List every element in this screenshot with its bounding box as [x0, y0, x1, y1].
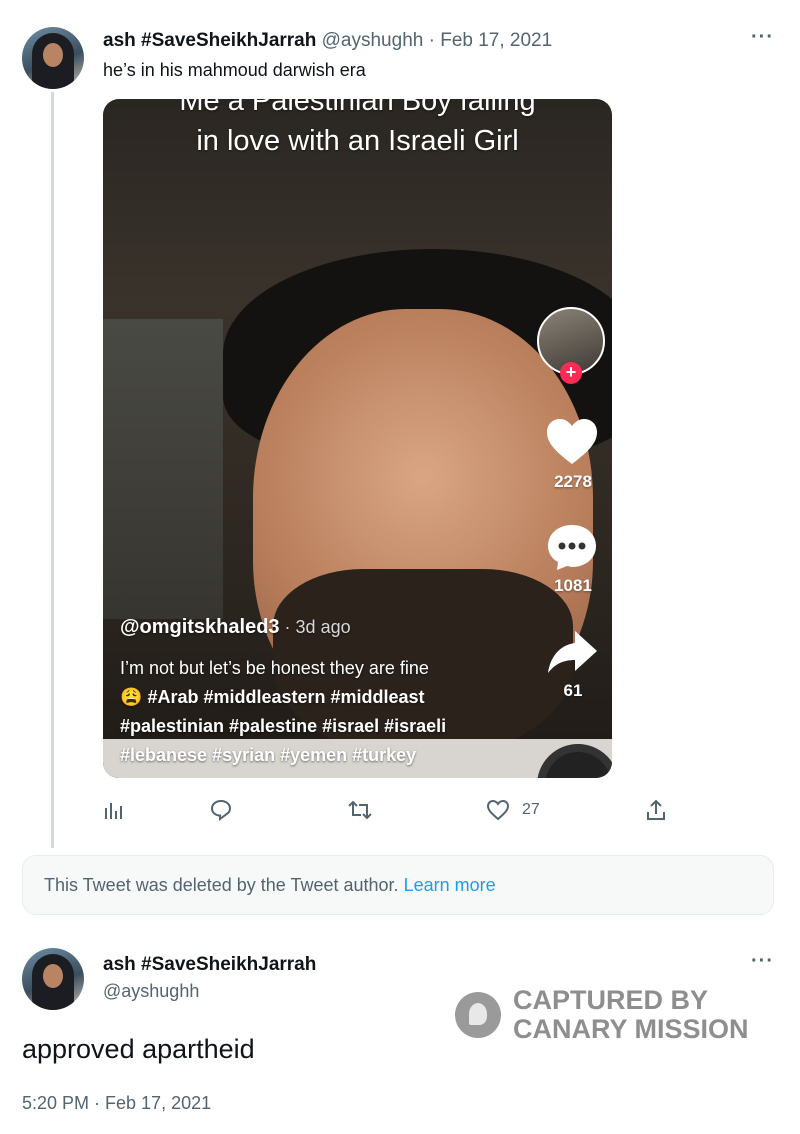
display-name[interactable]: ash #SaveSheikhJarrah — [103, 30, 316, 51]
background-wall — [103, 319, 223, 619]
creator-handle-line: @omgitskhaled3 · 3d ago — [120, 616, 351, 639]
handle[interactable]: @ayshughh — [103, 981, 199, 1002]
caption-hashtags: #lebanese #syrian #yemen #turkey — [120, 745, 417, 765]
display-name[interactable]: ash #SaveSheikhJarrah — [103, 954, 316, 976]
avatar[interactable] — [22, 27, 84, 89]
share-icon — [647, 799, 665, 820]
tweet-text: he’s in his mahmoud darwish era — [103, 60, 366, 80]
avatar[interactable] — [22, 948, 84, 1010]
watermark-line: CAPTURED BY — [513, 985, 709, 1015]
tiktok-comment-icon[interactable] — [545, 522, 599, 572]
learn-more-link[interactable]: Learn more — [404, 875, 496, 895]
retweet-button[interactable] — [347, 798, 373, 822]
more-icon[interactable]: ··· — [751, 950, 774, 973]
like-icon — [486, 799, 510, 821]
deleted-tweet-notice: This Tweet was deleted by the Tweet auth… — [22, 855, 774, 915]
more-icon[interactable]: ··· — [751, 26, 774, 49]
tiktok-share-icon[interactable] — [545, 627, 599, 677]
tiktok-video-media[interactable]: Me a Palestinian Boy falling in love wit… — [103, 99, 612, 778]
posted-age: · 3d ago — [279, 617, 351, 637]
caption-emoji: 😩 — [120, 687, 143, 707]
watermark: CAPTURED BY CANARY MISSION — [455, 986, 749, 1044]
tiktok-heart-icon[interactable] — [545, 417, 599, 467]
comment-count: 1081 — [554, 576, 592, 595]
video-title: in love with an Israeli Girl — [196, 125, 519, 157]
share-count: 61 — [563, 681, 583, 700]
like-count: 2278 — [554, 472, 592, 491]
handle-and-date[interactable]: @ayshughh · Feb 17, 2021 — [322, 30, 553, 51]
tweet-header: ash #SaveSheikhJarrah @ayshughh · Feb 17… — [103, 30, 552, 52]
caption-hashtags: #Arab #middleastern #middleast — [147, 687, 425, 707]
analytics-icon — [105, 803, 122, 819]
creator-handle[interactable]: @omgitskhaled3 — [120, 616, 280, 638]
retweet-icon — [348, 800, 372, 820]
share-button[interactable] — [645, 798, 667, 822]
caption-line: I’m not but let’s be honest they are fin… — [120, 658, 429, 678]
timestamp[interactable]: 5:20 PM · Feb 17, 2021 — [22, 1093, 211, 1114]
like-count: 27 — [522, 801, 540, 818]
video-title-cut: Me a Palestinian Boy falling — [179, 99, 536, 117]
analytics-button[interactable] — [103, 798, 125, 822]
tweet-text: approved apartheid — [22, 1034, 255, 1064]
reply-icon — [210, 799, 232, 821]
thread-line — [51, 92, 54, 848]
like-button[interactable]: 27 — [486, 798, 540, 822]
watermark-line: CANARY MISSION — [513, 1014, 749, 1044]
video-caption: I’m not but let’s be honest they are fin… — [120, 654, 520, 770]
canary-logo-icon — [455, 992, 501, 1038]
reply-button[interactable] — [209, 798, 233, 822]
caption-hashtags: #palestinian #palestine #israel #israeli — [120, 716, 447, 736]
follow-plus-icon[interactable]: + — [560, 362, 582, 384]
deleted-notice-text: This Tweet was deleted by the Tweet auth… — [44, 875, 399, 895]
